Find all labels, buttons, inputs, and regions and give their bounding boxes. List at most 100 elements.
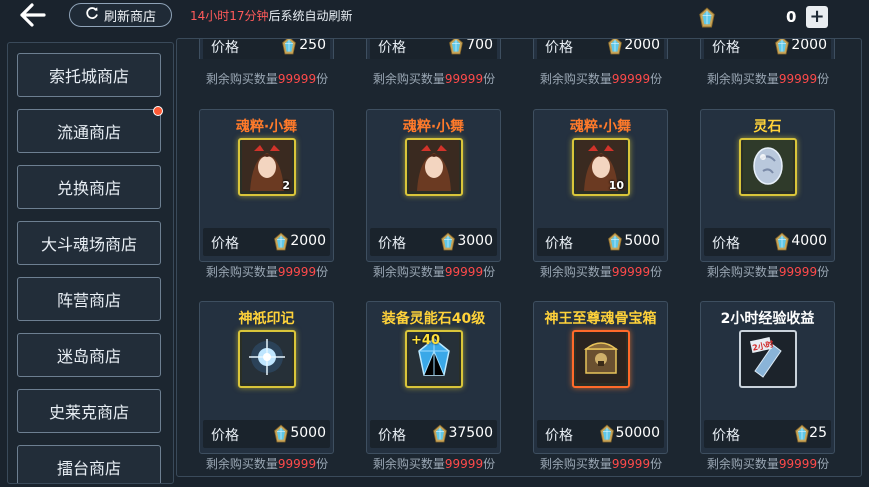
price-label: 价格 (378, 428, 406, 444)
price-label: 价格 (378, 236, 406, 252)
diamond-currency-icon (273, 232, 289, 256)
remaining-quantity: 剩余购买数量99999份 (539, 265, 663, 279)
price-value: 37500 (448, 425, 493, 441)
shop-card[interactable]: 灵石 价格 4000 (700, 109, 835, 262)
item-count-badge: 2 (282, 179, 290, 192)
price-label: 价格 (211, 236, 239, 252)
item-icon-frame[interactable] (739, 138, 797, 196)
remaining-quantity: 剩余购买数量99999份 (205, 457, 329, 471)
diamond-currency-icon (774, 232, 790, 256)
price-row: 价格 250 (203, 39, 330, 59)
remaining-quantity: 剩余购买数量99999份 (372, 265, 496, 279)
remaining-quantity: 剩余购买数量99999份 (706, 265, 830, 279)
diamond-currency-icon (432, 424, 448, 448)
sidebar-item-exchange-shop[interactable]: 兑换商店 (17, 165, 161, 209)
price-value: 2000 (791, 39, 827, 53)
price-value: 5000 (624, 233, 660, 249)
item-count-badge: 10 (608, 179, 624, 192)
price-value: 3000 (457, 233, 493, 249)
card-top-4[interactable]: 价格 2000 (700, 39, 835, 59)
shop-card[interactable]: 魂粹·小舞 2 价格 2000 (199, 109, 334, 262)
item-icon-frame[interactable] (238, 330, 296, 388)
shop-card[interactable]: 神祇印记 价格 5000 (199, 301, 334, 454)
price-label: 价格 (712, 428, 740, 444)
item-icon-frame[interactable]: 2小时 (739, 330, 797, 388)
soul-bone-chest-icon (576, 332, 626, 386)
diamond-currency-icon (281, 39, 297, 59)
level-badge: +40 (411, 333, 440, 348)
shop-card[interactable]: 价格 700 (366, 39, 501, 59)
sidebar-item-ring-shop[interactable]: 擂台商店 (17, 445, 161, 483)
price-row: 价格 4000 (704, 228, 831, 256)
item-name: 灵石 (753, 119, 782, 135)
sidebar-item-arena-shop[interactable]: 大斗魂场商店 (17, 221, 161, 265)
sidebar-item-circulation-shop[interactable]: 流通商店 (17, 109, 161, 153)
add-currency-button[interactable]: + (806, 6, 828, 28)
shop-card[interactable]: 价格 250 (199, 39, 334, 59)
price-row: 价格 5000 (203, 420, 330, 448)
shop-card[interactable]: 价格 2000 (700, 39, 835, 59)
sidebar-item-shrek-shop[interactable]: 史莱克商店 (17, 389, 161, 433)
price-row: 价格 5000 (537, 228, 664, 256)
back-arrow-icon[interactable] (18, 2, 48, 28)
divine-mark-icon (242, 332, 292, 386)
item-name: 装备灵能石40级 (381, 311, 486, 327)
refresh-timer: 14小时17分钟后系统自动刷新 (190, 7, 353, 24)
shop-card[interactable]: 魂粹·小舞 价格 3000 (366, 109, 501, 262)
shop-card[interactable]: 2小时经验收益 2小时 价格 25 (700, 301, 835, 454)
diamond-currency-icon (794, 424, 810, 448)
item-icon-frame[interactable] (572, 330, 630, 388)
timer-value: 14小时17分钟 (190, 9, 269, 23)
price-row: 价格 700 (370, 39, 497, 59)
remaining-quantity: 剩余购买数量99999份 (539, 72, 663, 86)
price-label: 价格 (211, 428, 239, 444)
refresh-shop-button[interactable]: 刷新商店 (69, 3, 172, 27)
price-value: 250 (299, 39, 326, 53)
price-row: 价格 2000 (537, 39, 664, 59)
price-label: 价格 (545, 236, 573, 252)
shop-card[interactable]: 魂粹·小舞 10 价格 5000 (533, 109, 668, 262)
item-name: 神祇印记 (238, 311, 295, 327)
shop-sidebar: 索托城商店 流通商店 兑换商店 大斗魂场商店 阵营商店 迷岛商店 史莱克商店 擂… (7, 42, 174, 484)
remaining-quantity: 剩余购买数量99999份 (205, 72, 329, 86)
price-row: 价格 37500 (370, 420, 497, 448)
sidebar-item-faction-shop[interactable]: 阵营商店 (17, 277, 161, 321)
shop-card[interactable]: 价格 2000 (533, 39, 668, 59)
diamond-currency-icon (774, 39, 790, 59)
remaining-quantity: 剩余购买数量99999份 (706, 457, 830, 471)
item-icon-frame[interactable]: 2 (238, 138, 296, 196)
price-row: 价格 25 (704, 420, 831, 448)
shop-card[interactable]: 神王至尊魂骨宝箱 价格 50000 (533, 301, 668, 454)
xiaowu-portrait-icon (409, 140, 459, 194)
card-top-1[interactable]: 价格 250 (199, 39, 334, 59)
shop-card[interactable]: 装备灵能石40级 +40 价格 37500 (366, 301, 501, 454)
item-icon-frame[interactable]: 10 (572, 138, 630, 196)
card-top-3[interactable]: 价格 2000 (533, 39, 668, 59)
item-icon-frame[interactable] (405, 138, 463, 196)
sidebar-item-island-shop[interactable]: 迷岛商店 (17, 333, 161, 377)
diamond-currency-icon (607, 39, 623, 59)
item-name: 魂粹·小舞 (235, 119, 298, 135)
price-value: 4000 (791, 233, 827, 249)
sidebar-item-sotuo-shop[interactable]: 索托城商店 (17, 53, 161, 97)
price-value: 25 (809, 425, 827, 441)
price-label: 价格 (545, 428, 573, 444)
diamond-currency-icon (599, 424, 615, 448)
exp-scroll-icon: 2小时 (743, 332, 793, 386)
diamond-currency-icon (440, 232, 456, 256)
refresh-label: 刷新商店 (103, 9, 156, 25)
item-name: 魂粹·小舞 (569, 119, 632, 135)
currency-amount: 0 (786, 8, 797, 26)
notification-dot (153, 106, 163, 116)
item-name: 魂粹·小舞 (402, 119, 465, 135)
price-label: 价格 (712, 40, 740, 56)
price-row: 价格 2000 (704, 39, 831, 59)
remaining-quantity: 剩余购买数量99999份 (372, 457, 496, 471)
remaining-quantity: 剩余购买数量99999份 (372, 72, 496, 86)
price-row: 价格 3000 (370, 228, 497, 256)
diamond-currency-icon (607, 232, 623, 256)
item-name: 神王至尊魂骨宝箱 (544, 311, 657, 327)
price-label: 价格 (378, 40, 406, 56)
card-top-2[interactable]: 价格 700 (366, 39, 501, 59)
item-icon-frame[interactable]: +40 (405, 330, 463, 388)
